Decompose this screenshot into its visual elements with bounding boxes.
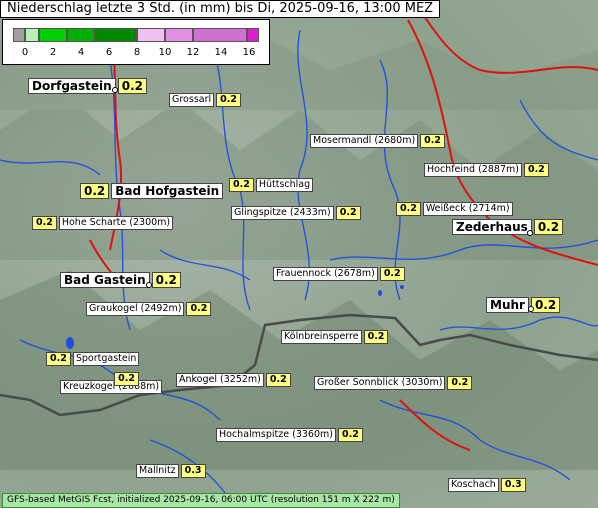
station-value: 0.2 bbox=[186, 302, 212, 316]
station-value: 0.2 bbox=[533, 219, 564, 235]
station-label[interactable]: Muhr 0.2 bbox=[486, 297, 561, 313]
station-value: 0.2 bbox=[229, 178, 254, 192]
station-name: Graukogel (2492m) bbox=[86, 302, 185, 316]
station-name: Bad Gastein bbox=[60, 272, 150, 288]
precipitation-legend: 0 2 4 6 8 10 12 14 16 bbox=[2, 19, 270, 65]
legend-swatch-3 bbox=[67, 28, 95, 42]
station-marker bbox=[146, 282, 152, 288]
map-title: Niederschlag letzte 3 Std. (in mm) bis D… bbox=[0, 0, 441, 18]
station-name: Hüttschlag bbox=[255, 178, 314, 192]
station-value: 0.2 bbox=[216, 93, 241, 107]
station-name: Hohe Scharte (2300m) bbox=[58, 216, 174, 230]
station-value: 0.2 bbox=[396, 202, 421, 216]
station-value: 0.2 bbox=[337, 428, 363, 442]
station-name: Kölnbreinsperre bbox=[281, 330, 362, 344]
station-label[interactable]: 0.2 Weißeck (2714m) bbox=[396, 202, 513, 216]
station-name: Frauennock (2678m) bbox=[273, 267, 378, 281]
legend-tick: 16 bbox=[242, 47, 256, 58]
station-label[interactable]: Hochalmspitze (3360m) 0.2 bbox=[216, 428, 363, 442]
legend-swatch-4 bbox=[95, 28, 137, 42]
station-name: Grossarl bbox=[169, 93, 215, 107]
legend-tick: 8 bbox=[133, 47, 141, 58]
legend-tick: 2 bbox=[49, 47, 57, 58]
station-label[interactable]: 0.2 Bad Hofgastein bbox=[80, 183, 224, 199]
station-name: Mallnitz bbox=[136, 464, 179, 478]
station-label[interactable]: Mosermandl (2680m) 0.2 bbox=[310, 134, 446, 148]
station-name: Glingspitze (2433m) bbox=[231, 206, 334, 220]
station-value: 0.2 bbox=[117, 78, 147, 94]
station-name: Ankogel (3252m) bbox=[176, 373, 264, 387]
legend-swatch-2 bbox=[39, 28, 67, 42]
station-label[interactable]: Glingspitze (2433m) 0.2 bbox=[231, 206, 361, 220]
station-name: Kreuzkogel (2688m) bbox=[60, 380, 163, 394]
station-value: 0.2 bbox=[530, 297, 561, 313]
station-label[interactable]: Graukogel (2492m) 0.2 bbox=[86, 302, 212, 316]
legend-tick: 4 bbox=[77, 47, 85, 58]
station-label[interactable]: 0.2 Hüttschlag bbox=[229, 178, 314, 192]
station-label[interactable]: Frauennock (2678m) 0.2 bbox=[273, 267, 405, 281]
legend-swatch-1 bbox=[25, 28, 39, 42]
station-value: 0.2 bbox=[335, 206, 361, 220]
station-name: Muhr bbox=[486, 297, 529, 313]
station-name: Zederhaus bbox=[452, 219, 532, 235]
station-value: 0.3 bbox=[180, 464, 206, 478]
legend-swatch-6 bbox=[165, 28, 193, 42]
station-label[interactable]: Zederhaus 0.2 bbox=[452, 219, 564, 235]
station-value: 0.2 bbox=[523, 163, 549, 177]
station-name: Bad Hofgastein bbox=[111, 183, 224, 199]
station-value: 0.2 bbox=[151, 272, 181, 288]
station-label[interactable]: Ankogel (3252m) 0.2 bbox=[176, 373, 291, 387]
station-value: 0.2 bbox=[265, 373, 291, 387]
station-marker bbox=[528, 306, 534, 312]
station-name: Weißeck (2714m) bbox=[422, 202, 513, 216]
station-label[interactable]: Dorfgastein 0.2 bbox=[28, 78, 147, 94]
station-name: Hochalmspitze (3360m) bbox=[216, 428, 336, 442]
station-marker bbox=[112, 87, 118, 93]
station-label[interactable]: 0.2 Sportgastein bbox=[46, 352, 140, 366]
station-value: 0.2 bbox=[80, 183, 110, 199]
station-name: Dorfgastein bbox=[28, 78, 116, 94]
station-name: Hochfeind (2887m) bbox=[424, 163, 522, 177]
legend-swatch-0 bbox=[13, 28, 25, 42]
legend-tick: 10 bbox=[158, 47, 172, 58]
station-label[interactable]: Mallnitz 0.3 bbox=[136, 464, 206, 478]
station-value: 0.2 bbox=[379, 267, 405, 281]
station-value: 0.3 bbox=[500, 478, 526, 492]
station-label[interactable]: Kreuzkogel (2688m) 0.2 bbox=[60, 366, 163, 394]
station-name: Großer Sonnblick (3030m) bbox=[314, 376, 446, 390]
station-name: Koschach bbox=[448, 478, 499, 492]
station-value: 0.2 bbox=[447, 376, 473, 390]
station-value: 0.2 bbox=[363, 330, 389, 344]
station-marker bbox=[527, 230, 533, 236]
station-label[interactable]: Grossarl 0.2 bbox=[169, 93, 241, 107]
model-info-footer: GFS-based MetGIS Fcst, initialized 2025-… bbox=[2, 493, 400, 508]
legend-swatch-8 bbox=[247, 28, 259, 42]
station-label[interactable]: Kölnbreinsperre 0.2 bbox=[281, 330, 389, 344]
station-name: Mosermandl (2680m) bbox=[310, 134, 419, 148]
station-value: 0.2 bbox=[114, 372, 139, 386]
station-value: 0.2 bbox=[32, 216, 57, 230]
station-label[interactable]: Koschach 0.3 bbox=[448, 478, 526, 492]
station-label[interactable]: Bad Gastein 0.2 bbox=[60, 272, 181, 288]
station-value: 0.2 bbox=[46, 352, 71, 366]
legend-tick: 14 bbox=[214, 47, 228, 58]
station-label[interactable]: 0.2 Hohe Scharte (2300m) bbox=[32, 216, 174, 230]
legend-swatch-5 bbox=[137, 28, 165, 42]
station-label[interactable]: Großer Sonnblick (3030m) 0.2 bbox=[314, 376, 473, 390]
precipitation-map: Niederschlag letzte 3 Std. (in mm) bis D… bbox=[0, 0, 598, 508]
legend-tick: 0 bbox=[21, 47, 29, 58]
legend-tick: 12 bbox=[186, 47, 200, 58]
legend-swatch-7 bbox=[193, 28, 247, 42]
station-label[interactable]: Hochfeind (2887m) 0.2 bbox=[424, 163, 549, 177]
legend-tick: 6 bbox=[105, 47, 113, 58]
station-value: 0.2 bbox=[420, 134, 446, 148]
station-name: Sportgastein bbox=[72, 352, 140, 366]
